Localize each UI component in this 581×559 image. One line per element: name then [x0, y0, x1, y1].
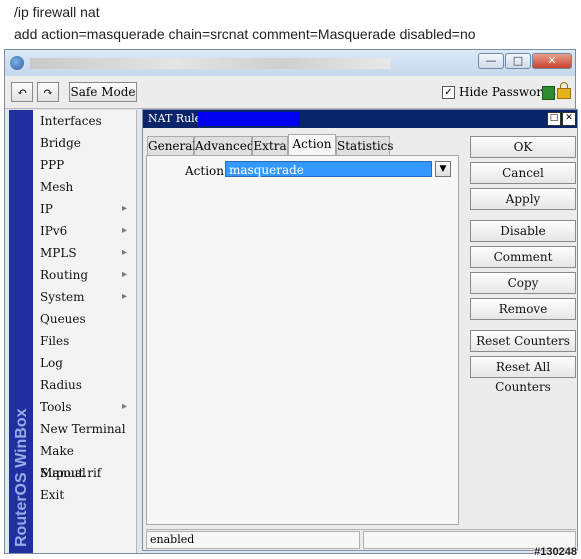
sidebar-item-mesh[interactable]: Mesh — [33, 176, 137, 198]
submenu-arrow-icon: ▸ — [121, 291, 127, 302]
submenu-arrow-icon: ▸ — [121, 247, 127, 258]
tab-general[interactable]: General — [147, 136, 196, 155]
dialog-titlebar[interactable]: NAT Rule □ ✕ — [143, 110, 577, 128]
cancel-button[interactable]: Cancel — [470, 162, 576, 184]
dialog-title-highlight — [198, 112, 300, 126]
sidebar-item-new-terminal[interactable]: New Terminal — [33, 418, 137, 440]
sidebar-item-label: Exit — [40, 488, 65, 502]
sidebar-menu: Interfaces Bridge PPP Mesh IP ▸ IPv6 ▸ MPLS ▸ Rout… — [33, 110, 137, 553]
redo-icon: ↷ — [42, 85, 54, 99]
action-tab-pane: Action: masquerade ▼ — [146, 155, 459, 525]
submenu-arrow-icon: ▸ — [121, 269, 127, 280]
brand-text: RouterOS WinBox — [13, 408, 30, 547]
status-green-icon — [542, 86, 555, 100]
sidebar-item-mpls[interactable]: MPLS ▸ — [33, 242, 137, 264]
safe-mode-button[interactable]: Safe Mode — [69, 82, 137, 102]
dropdown-arrow-icon[interactable]: ▼ — [435, 161, 451, 177]
dialog-close-button[interactable]: ✕ — [562, 112, 576, 126]
sidebar-item-queues[interactable]: Queues — [33, 308, 137, 330]
action-label: Action: — [185, 164, 229, 178]
submenu-arrow-icon: ▸ — [121, 401, 127, 412]
sidebar-item-label: IPv6 — [40, 224, 68, 238]
copy-button[interactable]: Copy — [470, 272, 576, 294]
command-line-1: /ip firewall nat — [14, 4, 100, 20]
dialog-maximize-button[interactable]: □ — [547, 112, 561, 126]
sidebar-item-manual[interactable]: Manual — [33, 462, 137, 484]
ok-button[interactable]: OK — [470, 136, 576, 158]
status-bar: enabled — [146, 529, 576, 549]
sidebar-item-make-supout-rif[interactable]: Make Supout.rif — [33, 440, 137, 480]
sidebar-item-label: Tools — [40, 400, 72, 414]
undo-icon: ↶ — [16, 85, 28, 99]
maximize-button[interactable]: □ — [505, 53, 531, 69]
remove-button[interactable]: Remove — [470, 298, 576, 320]
tab-action[interactable]: Action — [288, 134, 336, 155]
lock-icon — [557, 82, 571, 99]
sidebar-item-exit[interactable]: Exit — [33, 484, 137, 506]
sidebar-item-ipv6[interactable]: IPv6 ▸ — [33, 220, 137, 242]
hide-passwords-toggle[interactable]: ✓ Hide Passwords — [442, 85, 556, 99]
sidebar-item-label: Bridge — [40, 136, 81, 150]
comment-button[interactable]: Comment — [470, 246, 576, 268]
tab-extra[interactable]: Extra — [252, 136, 288, 155]
window-title-redacted — [30, 58, 390, 69]
sidebar-item-label: Manual — [40, 466, 86, 480]
brand-bar: RouterOS WinBox — [9, 110, 33, 553]
hide-passwords-checkbox[interactable]: ✓ — [442, 85, 455, 99]
toolbar: ↶ ↷ Safe Mode ✓ Hide Passwords — [5, 76, 575, 109]
sidebar-item-label: IP — [40, 202, 53, 216]
watermark-text: #130248 — [534, 546, 577, 558]
dialog-title: NAT Rule — [148, 112, 202, 125]
apply-button[interactable]: Apply — [470, 188, 576, 210]
close-button[interactable]: ✕ — [532, 53, 572, 69]
reset-counters-button[interactable]: Reset Counters — [470, 330, 576, 352]
tab-advanced[interactable]: Advanced — [194, 136, 255, 155]
submenu-arrow-icon: ▸ — [121, 203, 127, 214]
tab-statistics[interactable]: Statistics — [336, 136, 394, 155]
command-line-2: add action=masquerade chain=srcnat comme… — [14, 26, 476, 42]
sidebar-item-files[interactable]: Files — [33, 330, 137, 352]
sidebar-item-label: MPLS — [40, 246, 77, 260]
sidebar-item-routing[interactable]: Routing ▸ — [33, 264, 137, 286]
sidebar-item-label: Queues — [40, 312, 86, 326]
status-text: enabled — [146, 531, 360, 549]
sidebar-item-label: Routing — [40, 268, 89, 282]
disable-button[interactable]: Disable — [470, 220, 576, 242]
action-select[interactable]: masquerade — [225, 161, 432, 177]
sidebar-item-label: PPP — [40, 158, 65, 172]
submenu-arrow-icon: ▸ — [121, 225, 127, 236]
sidebar-item-label: Log — [40, 356, 63, 370]
redo-button[interactable]: ↷ — [37, 82, 59, 102]
sidebar-item-label: New Terminal — [40, 422, 126, 436]
sidebar-item-label: Interfaces — [40, 114, 102, 128]
nat-rule-dialog: NAT Rule □ ✕ General Advanced Extra Acti… — [142, 109, 578, 551]
undo-button[interactable]: ↶ — [11, 82, 33, 102]
sidebar-item-tools[interactable]: Tools ▸ — [33, 396, 137, 418]
sidebar-item-system[interactable]: System ▸ — [33, 286, 137, 308]
sidebar-item-ip[interactable]: IP ▸ — [33, 198, 137, 220]
winbox-window: — □ ✕ ↶ ↷ Safe Mode ✓ Hide Passwords Rou… — [4, 49, 578, 554]
minimize-button[interactable]: — — [478, 53, 504, 69]
winbox-logo-icon — [10, 56, 24, 70]
sidebar-item-label: Files — [40, 334, 70, 348]
window-titlebar[interactable]: — □ ✕ — [5, 50, 575, 76]
reset-all-counters-button[interactable]: Reset All Counters — [470, 356, 576, 394]
sidebar-item-label: System — [40, 290, 85, 304]
sidebar-item-label: Mesh — [40, 180, 74, 194]
sidebar-item-interfaces[interactable]: Interfaces — [33, 110, 137, 132]
sidebar-item-ppp[interactable]: PPP — [33, 154, 137, 176]
sidebar-item-bridge[interactable]: Bridge — [33, 132, 137, 154]
sidebar-item-radius[interactable]: Radius — [33, 374, 137, 396]
sidebar-item-label: Radius — [40, 378, 82, 392]
sidebar-item-log[interactable]: Log — [33, 352, 137, 374]
